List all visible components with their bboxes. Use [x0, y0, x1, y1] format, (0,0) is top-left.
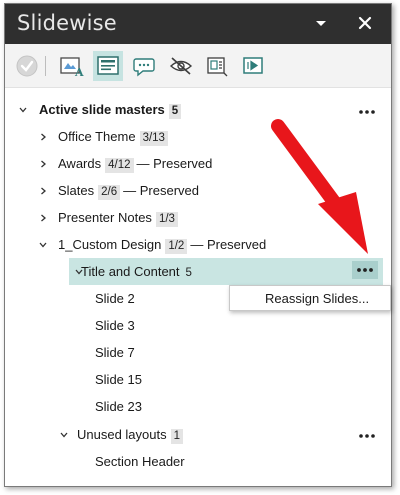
- layout-label: Title and Content 5: [81, 264, 192, 281]
- tree-item-label: 1_Custom Design 1/2— Preserved: [58, 237, 266, 254]
- tree-item-slide[interactable]: Slide 15: [5, 366, 391, 393]
- preserved-note: — Preserved: [123, 183, 200, 198]
- slide-label: Slide 3: [95, 318, 135, 333]
- master-name: 1_Custom Design: [58, 237, 162, 252]
- slide-label: Slide 2: [95, 291, 135, 306]
- unused-name: Unused layouts: [77, 427, 167, 442]
- tree-root-label: Active slide masters 5: [39, 102, 182, 119]
- preserved-note: — Preserved: [136, 156, 213, 171]
- slide-label: Slide 7: [95, 345, 135, 360]
- chevron-down-icon[interactable]: [59, 428, 69, 438]
- chevron-down-icon[interactable]: [18, 103, 28, 113]
- menu-item-reassign-slides[interactable]: Reassign Slides...: [265, 291, 369, 306]
- master-name: Office Theme: [58, 129, 136, 144]
- chevron-right-icon[interactable]: [38, 211, 48, 222]
- chevron-right-icon[interactable]: [38, 184, 48, 195]
- tree-item-label: Awards 4/12— Preserved: [58, 156, 212, 173]
- count-badge: 4/12: [105, 158, 134, 173]
- panel-titlebar: Slidewise: [5, 4, 391, 44]
- tree-item-slide[interactable]: Slide 7: [5, 339, 391, 366]
- hidden-eye-icon[interactable]: [166, 51, 196, 81]
- tree-item-label: Unused layouts 1: [77, 427, 184, 444]
- count-badge: 5: [185, 267, 192, 279]
- layout-more-options-button[interactable]: [352, 261, 378, 279]
- toolbar: A: [5, 44, 391, 88]
- annotation-arrow-icon: [271, 119, 368, 254]
- layout-name: Title and Content: [81, 264, 180, 279]
- more-options-icon[interactable]: [357, 105, 377, 117]
- slide-label: Slide 23: [95, 399, 142, 414]
- toolbar-separator: [45, 56, 46, 76]
- slide-label: Slide 15: [95, 372, 142, 387]
- count-badge: 5: [168, 104, 182, 119]
- comment-icon[interactable]: [129, 51, 159, 81]
- count-badge: 1/3: [155, 212, 178, 227]
- tree-root-text: Active slide masters: [39, 102, 165, 117]
- tree-item-label: Presenter Notes 1/3: [58, 210, 178, 227]
- tree-item-slide[interactable]: Slide 23: [5, 393, 391, 420]
- master-name: Awards: [58, 156, 102, 171]
- slide-label: Section Header: [95, 454, 185, 469]
- tree-item-unused-layouts[interactable]: Unused layouts 1: [5, 421, 391, 448]
- chevron-down-icon[interactable]: [38, 238, 48, 248]
- count-badge: 1: [170, 429, 184, 444]
- chevron-right-icon[interactable]: [38, 130, 48, 141]
- chevron-right-icon[interactable]: [38, 157, 48, 168]
- context-menu: Reassign Slides...: [229, 285, 391, 311]
- count-badge: 2/6: [98, 185, 121, 200]
- master-name: Slates: [58, 183, 95, 198]
- tree-item-slide[interactable]: Section Header: [5, 448, 391, 475]
- tree-item-slide[interactable]: Slide 3: [5, 312, 391, 339]
- panel-title: Slidewise: [17, 11, 117, 35]
- master-name: Presenter Notes: [58, 210, 152, 225]
- slide-layout-icon[interactable]: [93, 51, 123, 81]
- check-circle-icon[interactable]: [12, 51, 42, 81]
- close-icon[interactable]: [356, 14, 374, 32]
- tree-item-label: Office Theme 3/13: [58, 129, 168, 146]
- svg-text:A: A: [74, 66, 84, 78]
- slide-notes-icon[interactable]: [202, 51, 232, 81]
- slide-text-icon[interactable]: A: [57, 51, 87, 81]
- panel-options-dropdown-icon[interactable]: [312, 14, 330, 32]
- count-badge: 1/2: [165, 239, 188, 254]
- preserved-note: — Preserved: [190, 237, 267, 252]
- slide-transition-icon[interactable]: [238, 51, 268, 81]
- tree-item-label: Slates 2/6— Preserved: [58, 183, 199, 200]
- count-badge: 3/13: [139, 131, 168, 146]
- more-options-icon[interactable]: [357, 429, 377, 441]
